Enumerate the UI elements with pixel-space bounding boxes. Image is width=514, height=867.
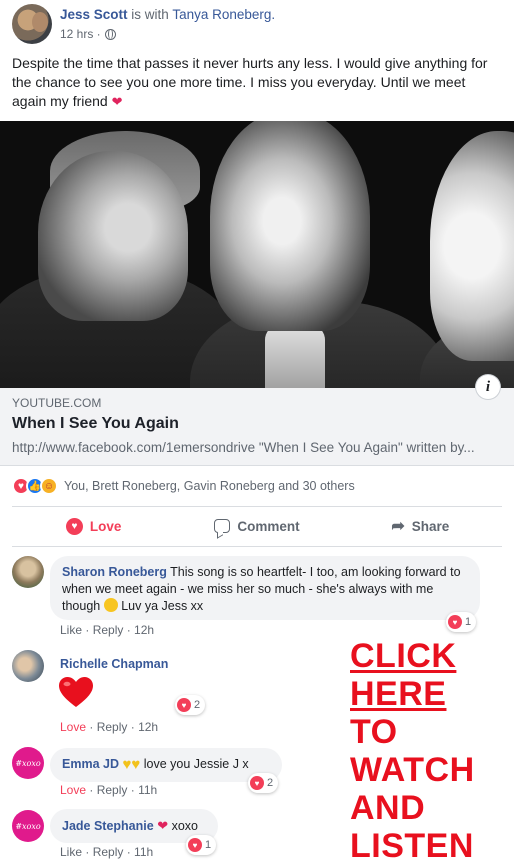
- reaction-count: 2: [267, 777, 274, 789]
- care-reaction-icon: ☺: [40, 477, 58, 495]
- love-icon: ♥: [448, 615, 462, 629]
- post-timestamp[interactable]: 12 hrs ·: [60, 27, 101, 41]
- yellow-heart-icon: ♥♥: [122, 756, 141, 773]
- comment-actions: Like · Reply · 12h: [60, 623, 155, 637]
- comment-actions: Love · Reply · 12h: [60, 720, 159, 734]
- comment-icon: [214, 519, 231, 533]
- cta-line: WATCH: [350, 751, 475, 789]
- commenter-avatar[interactable]: [12, 556, 44, 588]
- comment-reaction-badge[interactable]: ♥ 2: [175, 695, 206, 715]
- love-icon: ♥: [177, 698, 191, 712]
- link-description: http://www.facebook.com/1emersondrive "W…: [12, 440, 475, 455]
- comment-reply-link[interactable]: Reply: [93, 845, 124, 859]
- reactions-names[interactable]: You, Brett Roneberg, Gavin Roneberg and …: [64, 479, 355, 493]
- video-thumbnail[interactable]: [0, 121, 514, 388]
- love-icon: ♥: [250, 776, 264, 790]
- click-here-overlay[interactable]: CLICK HERE TO WATCH AND LISTEN: [350, 637, 510, 865]
- with-text: is with: [127, 7, 173, 22]
- comment-time[interactable]: 11h: [134, 845, 153, 859]
- comment-time[interactable]: 12h: [134, 623, 154, 637]
- reaction-count: 2: [194, 699, 201, 711]
- comment-like-link[interactable]: Like: [60, 845, 82, 859]
- comment-reply-link[interactable]: Reply: [97, 783, 128, 797]
- comment-label: Comment: [237, 518, 300, 534]
- grin-emoji-icon: [103, 598, 118, 612]
- comment-love-link[interactable]: Love: [60, 720, 86, 734]
- commenter-avatar[interactable]: [12, 650, 44, 682]
- share-button[interactable]: ➦ Share: [339, 508, 502, 544]
- commenter-name-link[interactable]: Sharon Roneberg: [62, 565, 167, 579]
- info-icon[interactable]: i: [476, 375, 500, 399]
- comment-actions: Like · Reply · 11h: [60, 845, 154, 859]
- cta-line: TO: [350, 713, 398, 751]
- comment-text: xoxo: [168, 819, 198, 833]
- globe-icon: [104, 28, 116, 40]
- comment-like-link[interactable]: Like: [60, 623, 82, 637]
- commenter-avatar[interactable]: #xoxo: [12, 747, 44, 779]
- heart-emoji-icon: ❤: [157, 818, 169, 833]
- post-header: Jess Scott is with Tanya Roneberg. 12 hr…: [0, 0, 514, 52]
- cta-line[interactable]: CLICK: [350, 637, 510, 675]
- link-title[interactable]: When I See You Again: [12, 415, 179, 433]
- action-bar: ♥ Love Comment ➦ Share: [12, 508, 502, 544]
- share-label: Share: [411, 518, 450, 534]
- author-avatar[interactable]: [12, 4, 52, 44]
- comment-reaction-badge[interactable]: ♥ 1: [186, 835, 217, 855]
- cta-line: AND: [350, 789, 426, 827]
- comment-love-link[interactable]: Love: [60, 783, 86, 797]
- post-meta: 12 hrs ·: [60, 27, 116, 41]
- reaction-count: 1: [205, 839, 212, 851]
- figure-shape: [38, 151, 188, 321]
- cta-line: LISTEN: [350, 827, 474, 865]
- comment-text: love you Jessie J x: [140, 757, 249, 771]
- comment-reaction-badge[interactable]: ♥ 1: [446, 612, 477, 632]
- comment-text-end: Luv ya Jess xx: [117, 599, 204, 613]
- figure-shape: [430, 131, 514, 361]
- reactions-summary[interactable]: ♥ 👍 ☺ You, Brett Roneberg, Gavin Roneber…: [12, 476, 355, 496]
- figure-shape: [210, 121, 370, 331]
- reaction-count: 1: [465, 616, 472, 628]
- comment-button[interactable]: Comment: [175, 508, 338, 544]
- commenter-avatar[interactable]: #xoxo: [12, 810, 44, 842]
- love-label: Love: [89, 518, 122, 534]
- comment-time[interactable]: 12h: [138, 720, 158, 734]
- tagged-user-link[interactable]: Tanya Roneberg.: [172, 7, 275, 22]
- comment-time[interactable]: 11h: [138, 783, 157, 797]
- commenter-name-link[interactable]: Jade Stephanie: [62, 819, 154, 833]
- post-header-line: Jess Scott is with Tanya Roneberg.: [60, 7, 275, 22]
- link-source: YOUTUBE.COM: [12, 396, 102, 410]
- comment-reply-link[interactable]: Reply: [97, 720, 128, 734]
- love-icon: ♥: [188, 838, 202, 852]
- comment-reaction-badge[interactable]: ♥ 2: [248, 773, 279, 793]
- post-body: Despite the time that passes it never hu…: [12, 55, 488, 109]
- love-button[interactable]: ♥ Love: [12, 508, 175, 544]
- divider: [12, 506, 502, 507]
- comment-bubble: Emma JD ♥♥ love you Jessie J x: [50, 748, 282, 782]
- commenter-name-link[interactable]: Emma JD: [62, 757, 119, 771]
- comment-reply-link[interactable]: Reply: [93, 623, 124, 637]
- cta-line[interactable]: HERE: [350, 675, 510, 713]
- comment-actions: Love · Reply · 11h: [60, 783, 158, 797]
- link-preview[interactable]: YOUTUBE.COM When I See You Again http://…: [0, 388, 514, 466]
- commenter-name-link[interactable]: Richelle Chapman: [60, 657, 168, 671]
- divider: [12, 546, 502, 547]
- share-icon: ➦: [391, 518, 405, 535]
- post-text: Despite the time that passes it never hu…: [12, 54, 502, 111]
- love-icon: ♥: [65, 517, 83, 535]
- comment-bubble: Sharon Roneberg This song is so heartfel…: [50, 556, 480, 620]
- author-name-link[interactable]: Jess Scott: [60, 7, 128, 22]
- red-heart-sticker-icon: [59, 677, 93, 707]
- figure-shape: [265, 326, 325, 388]
- heart-emoji-icon: ❤: [111, 94, 123, 109]
